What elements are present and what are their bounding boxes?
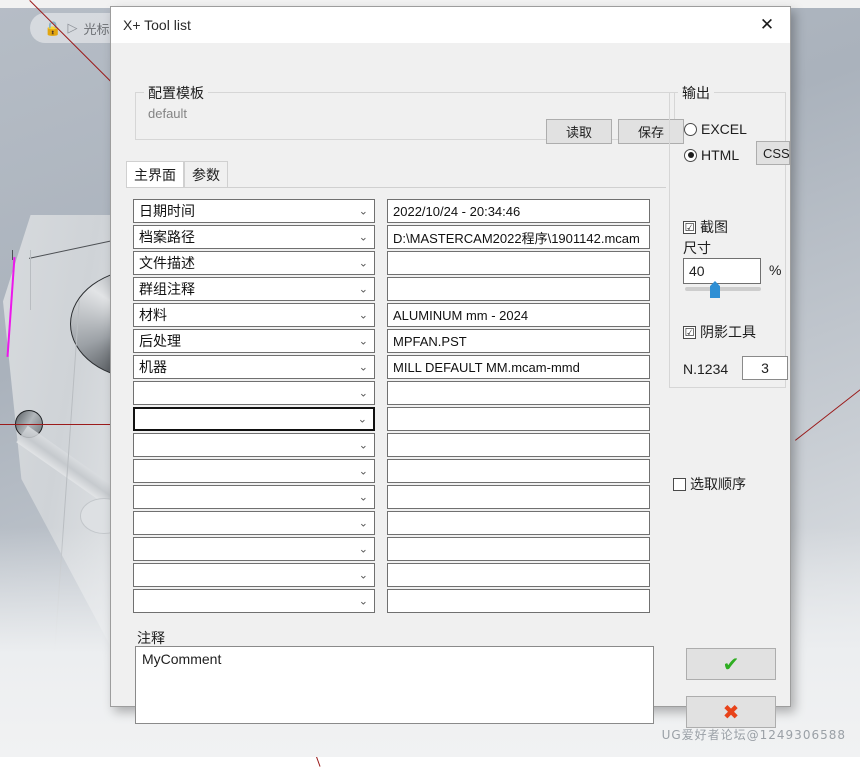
capture-label: 截图 <box>700 219 728 235</box>
cross-icon: ✖ <box>722 700 740 724</box>
field-value-input[interactable] <box>387 277 650 301</box>
field-type-combo[interactable]: 文件描述 ⌄ <box>133 251 375 275</box>
output-group-title: 输出 <box>678 83 714 103</box>
chevron-down-icon: ⌄ <box>358 308 368 322</box>
field-type-combo[interactable]: ⌄ <box>133 433 375 457</box>
chevron-down-icon: ⌄ <box>358 386 368 400</box>
viewport-toolbar-label: 光标 <box>83 21 110 37</box>
field-value-input[interactable] <box>387 485 650 509</box>
chevron-down-icon: ⌄ <box>358 360 368 374</box>
cancel-button[interactable]: ✖ <box>686 696 776 728</box>
checkbox-capture[interactable]: ☑ 截图 <box>683 217 728 237</box>
tab-main-interface[interactable]: 主界面 <box>126 161 184 187</box>
field-type-combo[interactable]: ⌄ <box>133 589 375 613</box>
checkbox-shadow-tool[interactable]: ☑ 阴影工具 <box>683 322 756 342</box>
field-value-input[interactable] <box>387 511 650 535</box>
radio-excel-indicator <box>684 122 697 136</box>
field-type-combo[interactable]: 日期时间 ⌄ <box>133 199 375 223</box>
field-value-input[interactable] <box>387 459 650 483</box>
cursor-icon: ▷ <box>67 20 78 35</box>
chevron-down-icon: ⌄ <box>358 594 368 608</box>
tabstrip: 主界面 参数 <box>126 161 666 187</box>
field-type-combo[interactable]: 后处理 ⌄ <box>133 329 375 353</box>
comment-textarea[interactable]: MyComment <box>135 646 654 724</box>
field-value-input[interactable] <box>387 381 650 405</box>
chevron-down-icon: ⌄ <box>358 490 368 504</box>
field-type-combo[interactable]: 群组注释 ⌄ <box>133 277 375 301</box>
checkbox-select-order[interactable]: 选取顺序 <box>673 474 746 494</box>
field-type-combo[interactable]: ⌄ <box>133 485 375 509</box>
field-type-combo[interactable]: ⌄ <box>133 459 375 483</box>
chevron-down-icon: ⌄ <box>358 204 368 218</box>
field-value-input[interactable] <box>387 251 650 275</box>
chevron-down-icon: ⌄ <box>358 230 368 244</box>
size-slider-track[interactable] <box>685 287 761 291</box>
config-template-title: 配置模板 <box>144 83 208 103</box>
radio-output-html[interactable]: HTML <box>684 147 739 163</box>
chevron-down-icon: ⌄ <box>358 256 368 270</box>
axis-line-diagonal-right <box>795 384 860 441</box>
capture-checkbox-indicator: ☑ <box>683 220 696 234</box>
field-value-input[interactable] <box>387 563 650 587</box>
shadow-checkbox-indicator: ☑ <box>683 325 696 339</box>
chevron-down-icon: ⌄ <box>358 516 368 530</box>
config-template-group: 配置模板 default 读取 保存 <box>135 83 684 144</box>
field-value-input[interactable] <box>387 433 650 457</box>
read-template-button[interactable]: 读取 <box>546 119 612 144</box>
n-number-input[interactable]: 3 <box>742 356 788 380</box>
tab-panel <box>126 187 666 188</box>
forum-watermark: UG爱好者论坛@1249306588 <box>661 728 846 742</box>
chevron-down-icon: ⌄ <box>358 438 368 452</box>
chevron-down-icon: ⌄ <box>358 542 368 556</box>
model-face-line-b <box>30 250 31 310</box>
radio-html-indicator <box>684 148 697 162</box>
radio-excel-label: EXCEL <box>701 121 747 137</box>
field-type-combo[interactable]: 机器 ⌄ <box>133 355 375 379</box>
select-order-checkbox-indicator <box>673 477 686 491</box>
n-number-label: N.1234 <box>683 361 729 377</box>
field-type-combo[interactable]: ⌄ <box>133 381 375 405</box>
field-type-combo[interactable]: 材料 ⌄ <box>133 303 375 327</box>
field-value-input[interactable] <box>387 589 650 613</box>
chevron-down-icon: ⌄ <box>358 568 368 582</box>
field-value-input[interactable]: 2022/10/24 - 20:34:46 <box>387 199 650 223</box>
chevron-down-icon: ⌄ <box>358 334 368 348</box>
percent-label: % <box>769 262 782 278</box>
field-value-input[interactable] <box>387 537 650 561</box>
field-type-combo[interactable]: ⌄ <box>133 563 375 587</box>
chevron-down-icon: ⌄ <box>357 412 367 426</box>
field-type-combo[interactable]: 档案路径 ⌄ <box>133 225 375 249</box>
field-value-input[interactable]: ALUMINUM mm - 2024 <box>387 303 650 327</box>
dialog-titlebar: X+ Tool list ✕ <box>111 7 790 44</box>
checkmark-icon: ✔ <box>722 652 740 676</box>
field-value-input[interactable]: MILL DEFAULT MM.mcam-mmd <box>387 355 650 379</box>
comment-label: 注释 <box>137 630 165 646</box>
tab-parameters[interactable]: 参数 <box>184 161 228 187</box>
tool-list-dialog: X+ Tool list ✕ 配置模板 default 读取 保存 主界面 参数… <box>110 6 791 728</box>
radio-html-label: HTML <box>701 147 740 163</box>
field-value-input[interactable] <box>387 407 650 431</box>
field-value-input[interactable]: D:\MASTERCAM2022程序\1901142.mcam <box>387 225 650 249</box>
dialog-title: X+ Tool list <box>123 17 191 33</box>
config-template-value: default <box>148 106 188 121</box>
css-button[interactable]: CSS <box>756 141 790 165</box>
field-type-combo[interactable]: ⌄ <box>133 511 375 535</box>
dialog-body: 配置模板 default 读取 保存 主界面 参数 日期时间 ⌄ 2022/10/2… <box>111 44 790 728</box>
field-type-combo[interactable]: ⌄ <box>133 537 375 561</box>
radio-output-excel[interactable]: EXCEL <box>684 121 747 137</box>
field-value-input[interactable]: MPFAN.PST <box>387 329 650 353</box>
chevron-down-icon: ⌄ <box>358 282 368 296</box>
close-icon[interactable]: ✕ <box>744 7 790 43</box>
chevron-down-icon: ⌄ <box>358 464 368 478</box>
size-label: 尺寸 <box>683 240 711 256</box>
shadow-tool-label: 阴影工具 <box>700 324 756 340</box>
ok-button[interactable]: ✔ <box>686 648 776 680</box>
axis-line-horizontal <box>0 424 115 425</box>
select-order-label: 选取顺序 <box>690 476 746 492</box>
size-input[interactable]: 40 <box>683 258 761 284</box>
field-type-combo[interactable]: ⌄ <box>133 407 375 431</box>
